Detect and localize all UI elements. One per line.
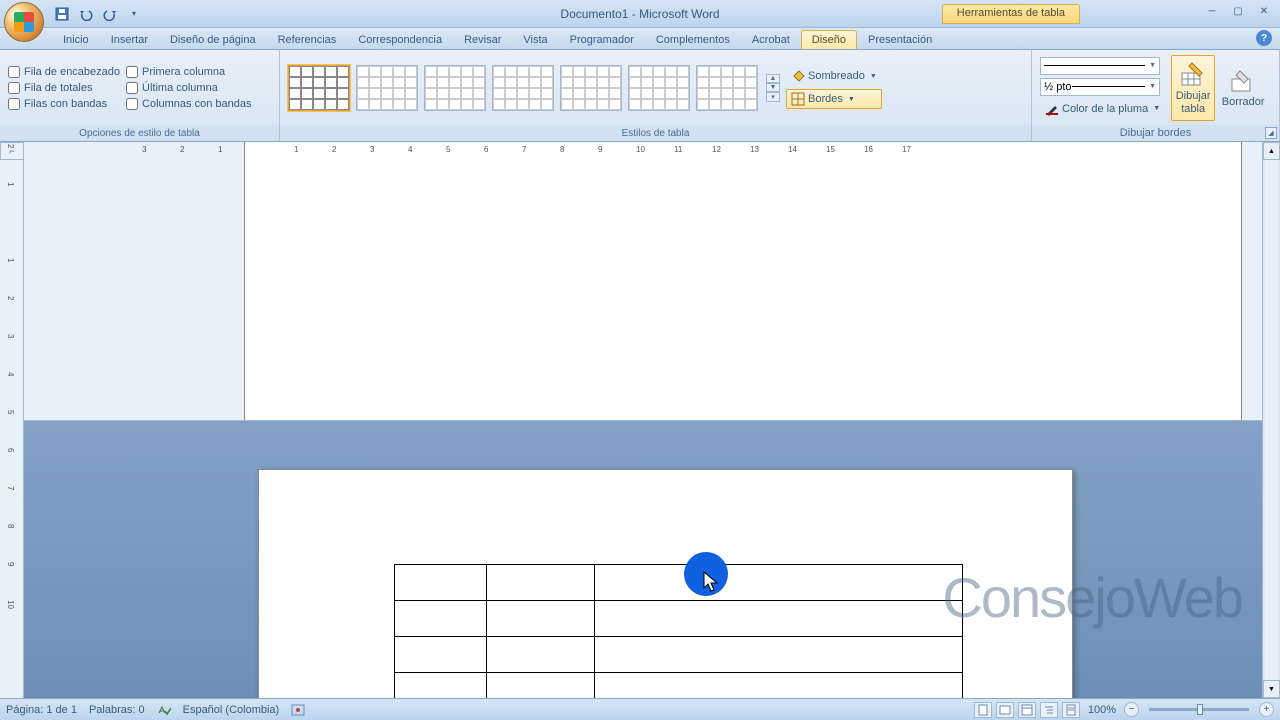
check-header-row[interactable]: Fila de encabezado xyxy=(8,66,120,78)
gallery-scroll-down[interactable]: ▼ xyxy=(766,83,780,92)
table-style-5[interactable] xyxy=(560,65,622,111)
zoom-slider[interactable] xyxy=(1149,708,1249,711)
cursor-highlight-marker xyxy=(684,552,728,596)
scroll-down-button[interactable]: ▼ xyxy=(1263,680,1280,698)
gallery-scroll-up[interactable]: ▲ xyxy=(766,74,780,83)
vertical-scrollbar[interactable]: ▲ ▼ xyxy=(1262,142,1280,698)
watermark-brand: ConsejoWeb xyxy=(942,565,1242,630)
tab-diseno-pagina[interactable]: Diseño de página xyxy=(159,30,267,49)
line-style-combo[interactable]: ▼ xyxy=(1040,57,1160,75)
line-weight-combo[interactable]: ½ pto▼ xyxy=(1040,78,1160,96)
window-title: Documento1 - Microsoft Word xyxy=(560,7,719,21)
status-macro-icon[interactable] xyxy=(291,704,305,716)
tab-revisar[interactable]: Revisar xyxy=(453,30,512,49)
tab-complementos[interactable]: Complementos xyxy=(645,30,741,49)
check-last-column[interactable]: Última columna xyxy=(126,82,251,94)
status-proofing-icon[interactable] xyxy=(157,703,171,717)
zoom-out-button[interactable]: − xyxy=(1124,702,1139,717)
tab-presentacion[interactable]: Presentación xyxy=(857,30,943,49)
table-style-1[interactable] xyxy=(288,65,350,111)
check-banded-rows[interactable]: Filas con bandas xyxy=(8,98,120,110)
save-icon[interactable] xyxy=(52,4,72,24)
eraser-button[interactable]: Borrador xyxy=(1221,55,1265,121)
pen-color-button[interactable]: Color de la pluma▼ xyxy=(1040,99,1165,119)
group-label-draw-borders: Dibujar bordes◢ xyxy=(1032,125,1279,141)
pen-icon xyxy=(1045,102,1059,116)
view-web-layout[interactable] xyxy=(1018,702,1036,718)
table-style-3[interactable] xyxy=(424,65,486,111)
scroll-up-button[interactable]: ▲ xyxy=(1263,142,1280,160)
status-page[interactable]: Página: 1 de 1 xyxy=(6,704,77,716)
shading-button[interactable]: Sombreado▼ xyxy=(786,66,882,86)
borders-button[interactable]: Bordes▼ xyxy=(786,89,882,109)
vertical-ruler[interactable]: 2112345678910 xyxy=(0,160,24,698)
horizontal-ruler[interactable]: 3211234567891011121314151617 xyxy=(24,142,1262,421)
view-outline[interactable] xyxy=(1040,702,1058,718)
document-area: ⌐ 2112345678910 321123456789101112131415… xyxy=(0,142,1280,698)
view-draft[interactable] xyxy=(1062,702,1080,718)
tab-insertar[interactable]: Insertar xyxy=(100,30,159,49)
zoom-level[interactable]: 100% xyxy=(1088,704,1116,716)
undo-icon[interactable] xyxy=(76,4,96,24)
view-print-layout[interactable] xyxy=(974,702,992,718)
quick-access-toolbar: ▾ xyxy=(52,0,144,27)
table-style-4[interactable] xyxy=(492,65,554,111)
check-first-column[interactable]: Primera columna xyxy=(126,66,251,78)
draw-table-button[interactable]: Dibujar tabla xyxy=(1171,55,1215,121)
maximize-button[interactable]: ▢ xyxy=(1226,2,1250,20)
title-bar: ▾ Documento1 - Microsoft Word Herramient… xyxy=(0,0,1280,28)
gallery-more[interactable]: ▾ xyxy=(766,92,780,102)
borders-icon xyxy=(791,92,805,106)
tab-correspondencia[interactable]: Correspondencia xyxy=(347,30,453,49)
table-style-7[interactable] xyxy=(696,65,758,111)
redo-icon[interactable] xyxy=(100,4,120,24)
table-tools-contextual-tab: Herramientas de tabla xyxy=(942,4,1080,24)
check-total-row[interactable]: Fila de totales xyxy=(8,82,120,94)
status-bar: Página: 1 de 1 Palabras: 0 Español (Colo… xyxy=(0,698,1280,720)
mouse-cursor-icon xyxy=(702,570,722,594)
qat-customize-icon[interactable]: ▾ xyxy=(124,4,144,24)
group-label-style-options: Opciones de estilo de tabla xyxy=(0,125,279,141)
view-full-screen[interactable] xyxy=(996,702,1014,718)
zoom-in-button[interactable]: + xyxy=(1259,702,1274,717)
table-style-2[interactable] xyxy=(356,65,418,111)
table-style-6[interactable] xyxy=(628,65,690,111)
office-button[interactable] xyxy=(4,2,44,42)
help-button[interactable]: ? xyxy=(1256,30,1272,46)
close-button[interactable]: ✕ xyxy=(1252,2,1276,20)
group-label-table-styles: Estilos de tabla xyxy=(280,125,1031,141)
document-table[interactable] xyxy=(394,564,963,699)
minimize-button[interactable]: ─ xyxy=(1200,2,1224,20)
status-words[interactable]: Palabras: 0 xyxy=(89,704,145,716)
tab-programador[interactable]: Programador xyxy=(559,30,645,49)
tab-vista[interactable]: Vista xyxy=(512,30,558,49)
table-styles-gallery xyxy=(288,65,758,111)
document-viewport[interactable]: ConsejoWeb ConsejoWeb xyxy=(24,421,1262,699)
tab-diseno[interactable]: Diseño xyxy=(801,30,857,49)
pencil-table-icon xyxy=(1179,60,1207,88)
eraser-icon xyxy=(1229,66,1257,94)
check-banded-columns[interactable]: Columnas con bandas xyxy=(126,98,251,110)
tab-acrobat[interactable]: Acrobat xyxy=(741,30,801,49)
ribbon-tabs: Inicio Insertar Diseño de página Referen… xyxy=(0,28,1280,50)
paint-bucket-icon xyxy=(791,69,805,83)
tab-referencias[interactable]: Referencias xyxy=(267,30,348,49)
dialog-launcher[interactable]: ◢ xyxy=(1265,127,1277,139)
status-language[interactable]: Español (Colombia) xyxy=(183,704,280,716)
tab-inicio[interactable]: Inicio xyxy=(52,30,100,49)
ribbon: Fila de encabezado Fila de totales Filas… xyxy=(0,50,1280,142)
